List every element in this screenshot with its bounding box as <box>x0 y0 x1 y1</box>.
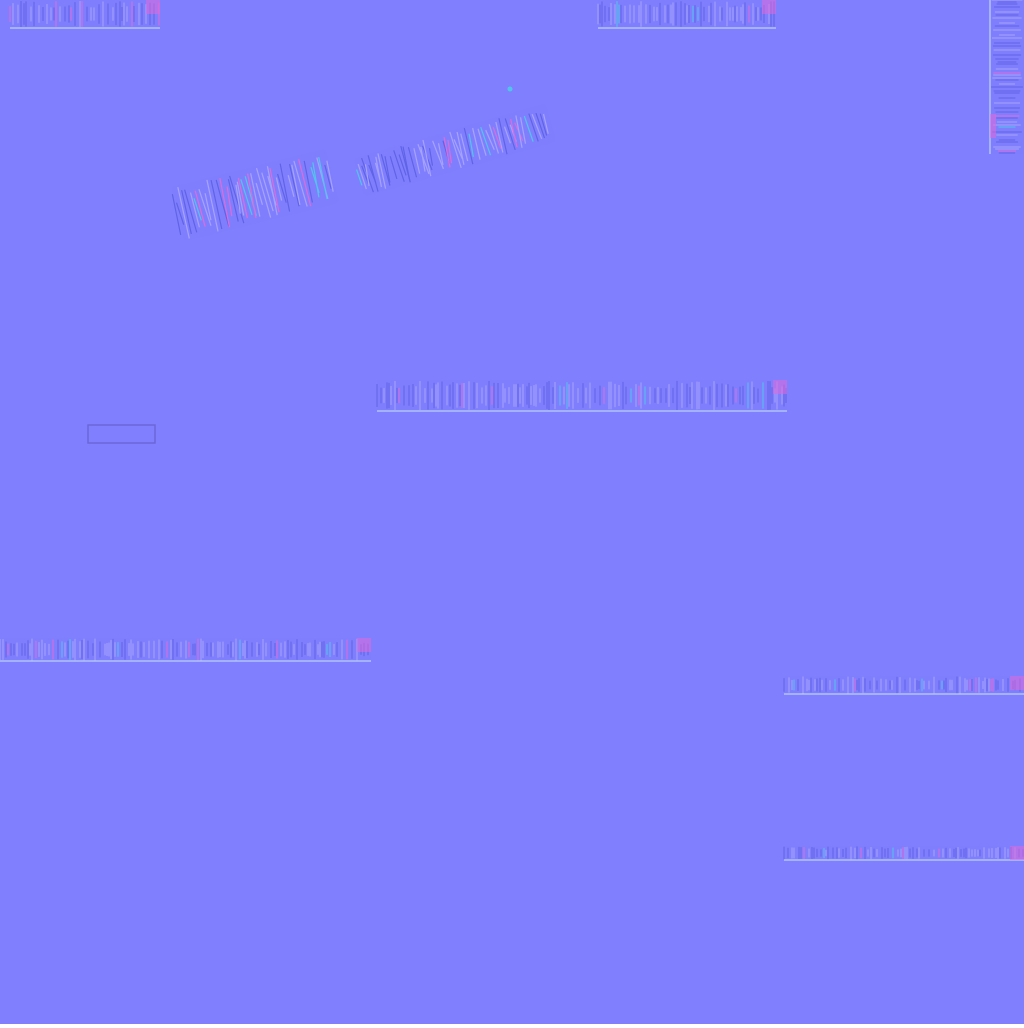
relief-strip-top-left <box>9 0 160 29</box>
normal-map-canvas <box>0 0 1024 1024</box>
cyan-speck <box>507 86 513 92</box>
relief-strip-left <box>0 638 371 662</box>
relief-strip-right-lower <box>783 846 1024 861</box>
texture-artwork <box>0 0 1024 1024</box>
relief-strip-right-middle <box>783 676 1024 695</box>
relief-strip-right-edge <box>989 0 1024 154</box>
relief-strip-top-center <box>597 0 776 29</box>
relief-strip-center <box>376 380 787 412</box>
